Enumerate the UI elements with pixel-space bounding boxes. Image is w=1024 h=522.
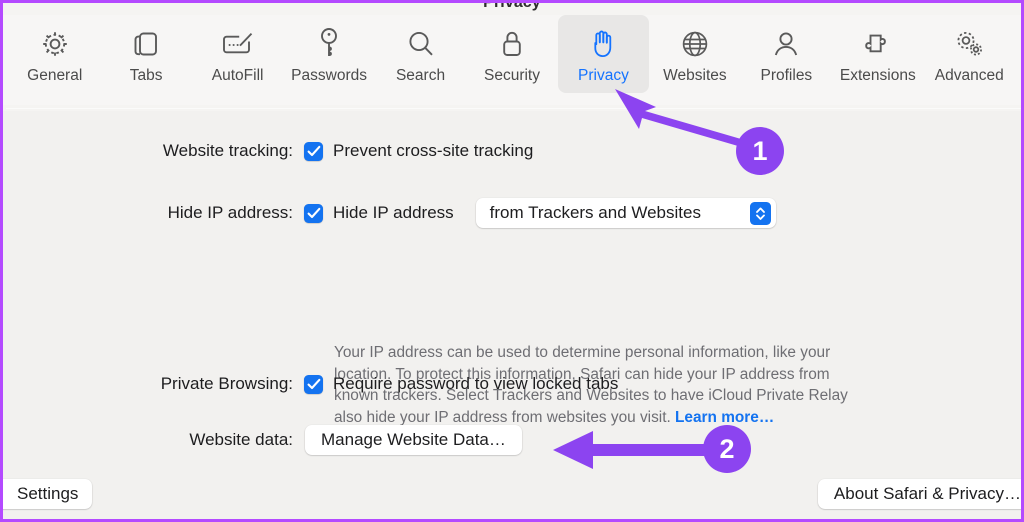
annotation-badge-2: 2: [703, 425, 751, 473]
tabs-icon: [130, 23, 162, 65]
tab-autofill[interactable]: AutoFill: [192, 15, 283, 93]
tab-label: Passwords: [291, 67, 367, 84]
hide-ip-address-checkbox[interactable]: [304, 203, 323, 223]
tab-general[interactable]: General: [9, 15, 100, 93]
tab-label: Profiles: [760, 67, 813, 84]
prevent-cross-site-tracking-checkbox[interactable]: [304, 141, 323, 161]
hide-ip-scope-select[interactable]: from Trackers and Websites: [475, 198, 776, 228]
search-icon: [405, 23, 437, 65]
key-icon: [316, 23, 342, 65]
website-tracking-row: Website tracking: Prevent cross-site tra…: [133, 141, 533, 161]
tab-security[interactable]: Security: [466, 15, 557, 93]
tab-passwords[interactable]: Passwords: [283, 15, 374, 93]
tab-label: General: [27, 67, 83, 84]
tab-label: Extensions: [839, 67, 916, 84]
manage-website-data-button[interactable]: Manage Website Data…: [305, 425, 522, 455]
website-data-label: Website data:: [189, 430, 293, 449]
website-tracking-label: Website tracking:: [162, 141, 293, 160]
person-icon: [771, 23, 801, 65]
tab-label: Security: [483, 67, 540, 84]
tab-tabs[interactable]: Tabs: [100, 15, 191, 93]
tab-privacy[interactable]: Privacy: [557, 15, 650, 93]
lock-icon: [498, 23, 526, 65]
website-data-row: Website data: Manage Website Data…: [133, 425, 522, 455]
private-browsing-label: Private Browsing:: [160, 374, 293, 393]
learn-more-link[interactable]: Learn more…: [675, 409, 774, 426]
tab-label: Advanced: [934, 67, 1004, 84]
toolbar-divider: [6, 108, 1021, 109]
window-title: Privacy: [483, 0, 541, 11]
require-password-label: Require password to view locked tabs: [333, 374, 619, 393]
tab-label: Privacy: [578, 67, 629, 84]
tab-profiles[interactable]: Profiles: [741, 15, 832, 93]
safari-privacy-settings-window: Privacy General Tabs AutoFill Passwords …: [0, 0, 1024, 522]
hide-ip-address-row: Hide IP address: Hide IP address from Tr…: [133, 198, 776, 228]
require-password-checkbox[interactable]: [304, 374, 323, 394]
settings-body: Website tracking: Prevent cross-site tra…: [3, 111, 1021, 475]
about-safari-privacy-button[interactable]: About Safari & Privacy…: [817, 479, 1021, 509]
chevron-up-down-icon: [749, 201, 771, 225]
bottom-bar: Settings About Safari & Privacy…: [3, 469, 1021, 519]
globe-icon: [679, 23, 711, 65]
tab-extensions[interactable]: Extensions: [832, 15, 923, 93]
autofill-icon: [219, 23, 257, 65]
prevent-cross-site-tracking-label: Prevent cross-site tracking: [333, 141, 534, 160]
tab-advanced[interactable]: Advanced: [924, 15, 1015, 93]
settings-button[interactable]: Settings: [3, 479, 93, 509]
puzzle-icon: [862, 23, 894, 65]
tab-label: AutoFill: [211, 67, 264, 84]
tab-label: Search: [395, 67, 446, 84]
settings-toolbar: General Tabs AutoFill Passwords Search S…: [3, 15, 1021, 105]
annotation-badge-1: 1: [736, 127, 784, 175]
gears-icon: [951, 23, 987, 65]
private-browsing-row: Private Browsing: Require password to vi…: [133, 374, 618, 394]
hand-icon: [588, 23, 618, 65]
hide-ip-scope-value: from Trackers and Websites: [489, 203, 701, 222]
tab-search[interactable]: Search: [375, 15, 466, 93]
tab-label: Tabs: [129, 67, 163, 84]
hide-ip-address-label: Hide IP address:: [167, 203, 293, 222]
tab-websites[interactable]: Websites: [649, 15, 740, 93]
gear-icon: [38, 23, 72, 65]
tab-label: Websites: [663, 67, 727, 84]
hide-ip-address-checkbox-label: Hide IP address: [333, 203, 454, 222]
